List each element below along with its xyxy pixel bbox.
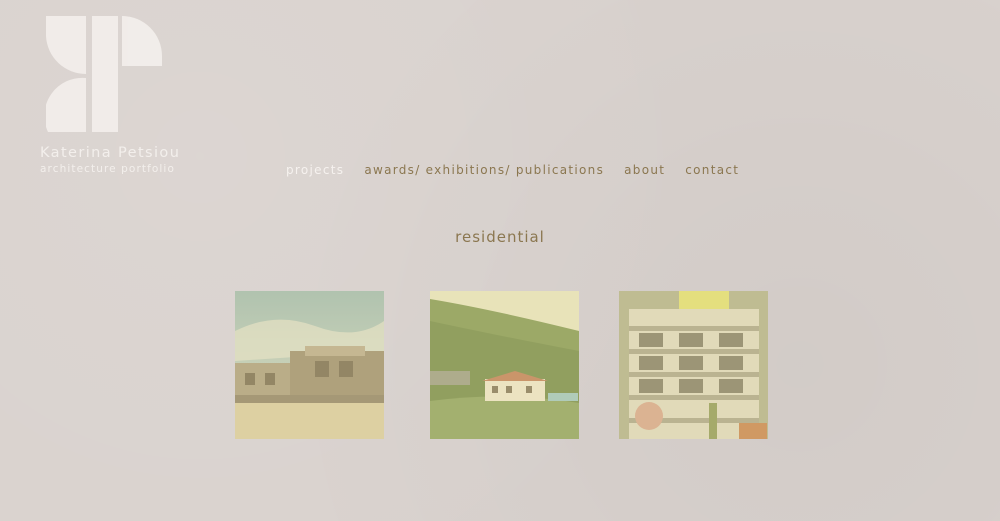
project-thumbnail-apartment-building[interactable] [619,291,768,439]
site-owner-name: Katerina Petsiou [40,145,181,161]
nav-contact[interactable]: contact [685,163,739,177]
section-title: residential [455,228,545,246]
nav-projects[interactable]: projects [286,163,344,177]
site-subtitle: architecture portfolio [40,163,175,175]
nav-awards-exhibitions-publications[interactable]: awards/ exhibitions/ publications [364,163,604,177]
project-thumbnail-hillside-house[interactable] [430,291,579,439]
project-thumbnail-stone-villa[interactable] [235,291,384,439]
kp-monogram-icon[interactable] [44,14,166,134]
nav-about[interactable]: about [624,163,665,177]
main-nav: projects awards/ exhibitions/ publicatio… [286,163,739,177]
